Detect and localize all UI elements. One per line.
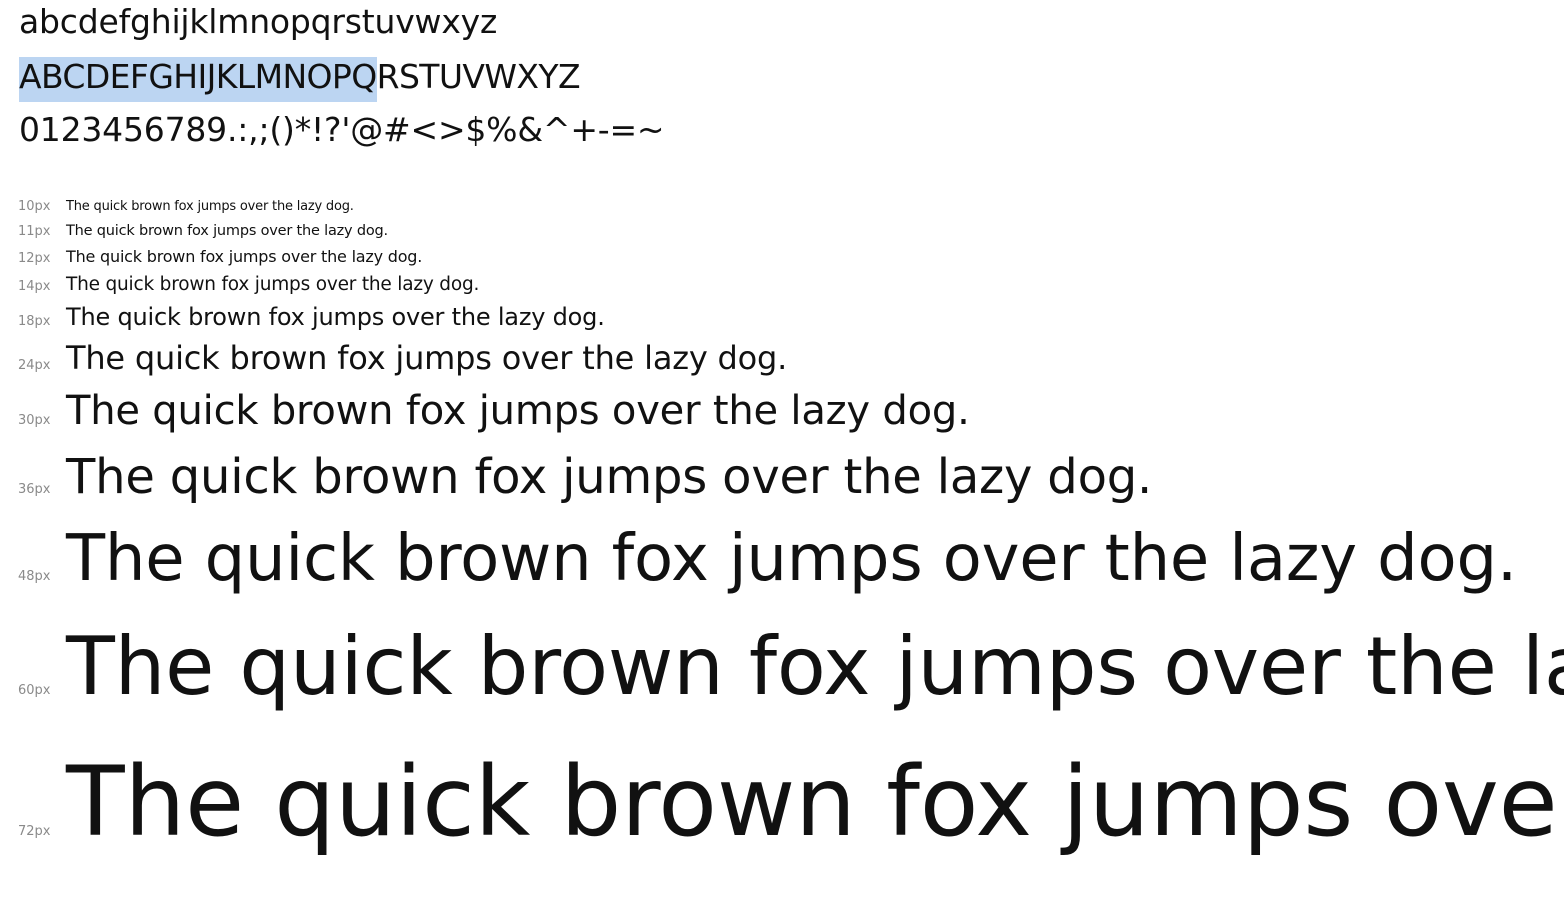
lowercase-alphabet[interactable]: abcdefghijklmnopqrstuvwxyz bbox=[19, 2, 497, 41]
size-label: 36px bbox=[18, 482, 51, 497]
size-label: 11px bbox=[18, 224, 51, 239]
sample-text[interactable]: The quick brown fox jumps over the lazy … bbox=[66, 388, 970, 434]
numerals-and-symbols[interactable]: 0123456789.:,;()*!?'@#<>$%&^+-=~ bbox=[19, 110, 665, 149]
waterfall-line-72: 72px The quick brown fox jumps over the … bbox=[0, 746, 1564, 858]
size-label: 10px bbox=[18, 199, 51, 214]
size-label: 60px bbox=[18, 683, 51, 698]
sample-text[interactable]: The quick brown fox jumps over the lazy … bbox=[66, 199, 354, 214]
sample-text[interactable]: The quick brown fox jumps over the lazy … bbox=[66, 223, 388, 239]
sample-text[interactable]: The quick brown fox jumps over the lazy … bbox=[66, 274, 479, 295]
sample-text[interactable]: The quick brown fox jumps over the lazy … bbox=[66, 620, 1564, 713]
size-label: 14px bbox=[18, 279, 51, 294]
size-label: 24px bbox=[18, 358, 51, 373]
size-label: 30px bbox=[18, 413, 51, 428]
waterfall-line-60: 60px The quick brown fox jumps over the … bbox=[0, 620, 1564, 713]
sample-text[interactable]: The quick brown fox jumps over the lazy … bbox=[66, 247, 422, 266]
waterfall-line-48: 48px The quick brown fox jumps over the … bbox=[0, 522, 1517, 596]
size-label: 72px bbox=[18, 824, 51, 839]
waterfall-line-24: 24px The quick brown fox jumps over the … bbox=[0, 339, 787, 377]
waterfall-line-10: 10px The quick brown fox jumps over the … bbox=[0, 199, 354, 214]
waterfall-line-36: 36px The quick brown fox jumps over the … bbox=[0, 449, 1152, 505]
sample-text[interactable]: The quick brown fox jumps over the lazy … bbox=[66, 449, 1152, 505]
size-label: 12px bbox=[18, 251, 51, 266]
sample-text[interactable]: The quick brown fox jumps over the lazy … bbox=[66, 339, 787, 377]
waterfall-line-18: 18px The quick brown fox jumps over the … bbox=[0, 303, 605, 331]
size-label: 18px bbox=[18, 314, 51, 329]
waterfall-line-12: 12px The quick brown fox jumps over the … bbox=[0, 247, 422, 266]
text-selection-highlight[interactable]: ABCDEFGHIJKLMNOPQ bbox=[19, 57, 377, 102]
uppercase-alphabet[interactable]: ABCDEFGHIJKLMNOPQRSTUVWXYZ bbox=[19, 57, 581, 102]
sample-text[interactable]: The quick brown fox jumps over the lazy … bbox=[66, 522, 1517, 596]
waterfall-line-11: 11px The quick brown fox jumps over the … bbox=[0, 223, 388, 239]
waterfall-line-30: 30px The quick brown fox jumps over the … bbox=[0, 388, 970, 434]
sample-text[interactable]: The quick brown fox jumps over the lazy … bbox=[66, 746, 1564, 858]
uppercase-alphabet-unselected[interactable]: RSTUVWXYZ bbox=[377, 57, 581, 96]
size-label: 48px bbox=[18, 569, 51, 584]
waterfall-line-14: 14px The quick brown fox jumps over the … bbox=[0, 274, 479, 295]
sample-text[interactable]: The quick brown fox jumps over the lazy … bbox=[66, 303, 605, 331]
